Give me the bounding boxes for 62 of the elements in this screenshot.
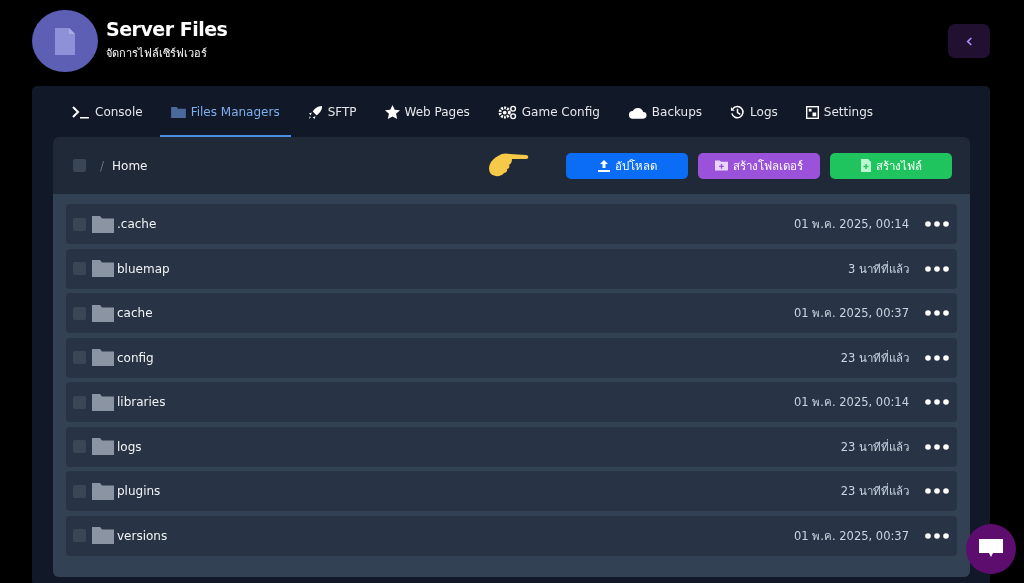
file-row[interactable]: cache 01 พ.ค. 2025, 00:37 xyxy=(66,293,957,333)
tab[interactable]: Backups xyxy=(616,94,714,137)
breadcrumb-link[interactable]: Home xyxy=(112,158,148,173)
gears-icon xyxy=(497,104,517,120)
upload-icon xyxy=(597,159,610,172)
cloud-icon xyxy=(627,105,647,119)
folder-icon xyxy=(92,527,114,544)
history-icon xyxy=(730,104,746,120)
rocket-icon xyxy=(307,104,323,120)
terminal-icon xyxy=(72,105,90,119)
tab[interactable]: Console xyxy=(61,94,154,137)
file-row[interactable]: versions 01 พ.ค. 2025, 00:37 xyxy=(66,515,957,556)
page-subtitle: จัดการไฟล์เซิร์ฟเวอร์ xyxy=(106,46,208,62)
modified-date: 3 นาทีที่แล้ว xyxy=(848,260,909,278)
file-row[interactable]: config 23 นาทีที่แล้ว xyxy=(66,337,957,378)
file-name: versions xyxy=(117,528,168,543)
file-name: logs xyxy=(117,439,142,454)
file-name: libraries xyxy=(117,395,166,409)
modified-date: 01 พ.ค. 2025, 00:14 xyxy=(794,216,909,233)
file-name: cache xyxy=(117,306,153,320)
file-icon xyxy=(55,27,75,55)
folder-icon xyxy=(92,260,114,277)
file-plus-icon xyxy=(860,159,871,172)
panel-icon xyxy=(805,105,819,119)
modified-date: 01 พ.ค. 2025, 00:37 xyxy=(794,527,909,545)
tab[interactable]: Logs xyxy=(719,94,789,137)
folder-icon xyxy=(92,393,114,411)
folder-icon xyxy=(170,106,186,118)
tab[interactable]: SFTP xyxy=(296,94,368,137)
file-name: .cache xyxy=(117,217,157,231)
folder-icon xyxy=(92,215,114,233)
file-row[interactable]: libraries 01 พ.ค. 2025, 00:14 xyxy=(66,382,957,422)
folder-icon xyxy=(92,349,114,366)
file-row[interactable]: logs 23 นาทีที่แล้ว xyxy=(66,426,957,467)
file-row[interactable]: .cache 01 พ.ค. 2025, 00:14 xyxy=(66,204,957,244)
file-row[interactable]: plugins 23 นาทีที่แล้ว xyxy=(66,471,957,511)
file-row[interactable]: bluemap 3 นาทีที่แล้ว xyxy=(66,248,957,289)
folder-plus-icon xyxy=(715,160,728,171)
folder-icon xyxy=(92,482,114,500)
chat-icon xyxy=(979,539,1003,559)
star-icon xyxy=(384,104,400,120)
new-folder-button[interactable]: สร้างโฟลเดอร์ xyxy=(698,152,820,179)
file-name: bluemap xyxy=(117,261,170,276)
tab[interactable]: Web Pages xyxy=(373,94,481,137)
select-all-checkbox[interactable] xyxy=(73,159,86,172)
chevron-left-icon xyxy=(965,36,973,46)
chat-button[interactable] xyxy=(966,524,1016,574)
modified-date: 23 นาทีที่แล้ว xyxy=(840,349,909,367)
path-separator: / xyxy=(100,158,105,173)
tab[interactable]: Game Config xyxy=(486,94,611,137)
tab[interactable]: Settings xyxy=(794,94,884,137)
folder-icon xyxy=(92,304,114,322)
modified-date: 01 พ.ค. 2025, 00:37 xyxy=(794,305,909,322)
folder-icon xyxy=(92,438,114,455)
page-title: Server Files xyxy=(106,18,228,40)
modified-date: 23 นาทีที่แล้ว xyxy=(840,438,909,456)
file-name: config xyxy=(117,350,154,365)
upload-button[interactable]: อัปโหลด xyxy=(566,152,688,179)
file-name: plugins xyxy=(117,484,161,498)
back-button[interactable] xyxy=(948,24,990,58)
modified-date: 23 นาทีที่แล้ว xyxy=(840,482,909,500)
modified-date: 01 พ.ค. 2025, 00:14 xyxy=(794,394,909,411)
